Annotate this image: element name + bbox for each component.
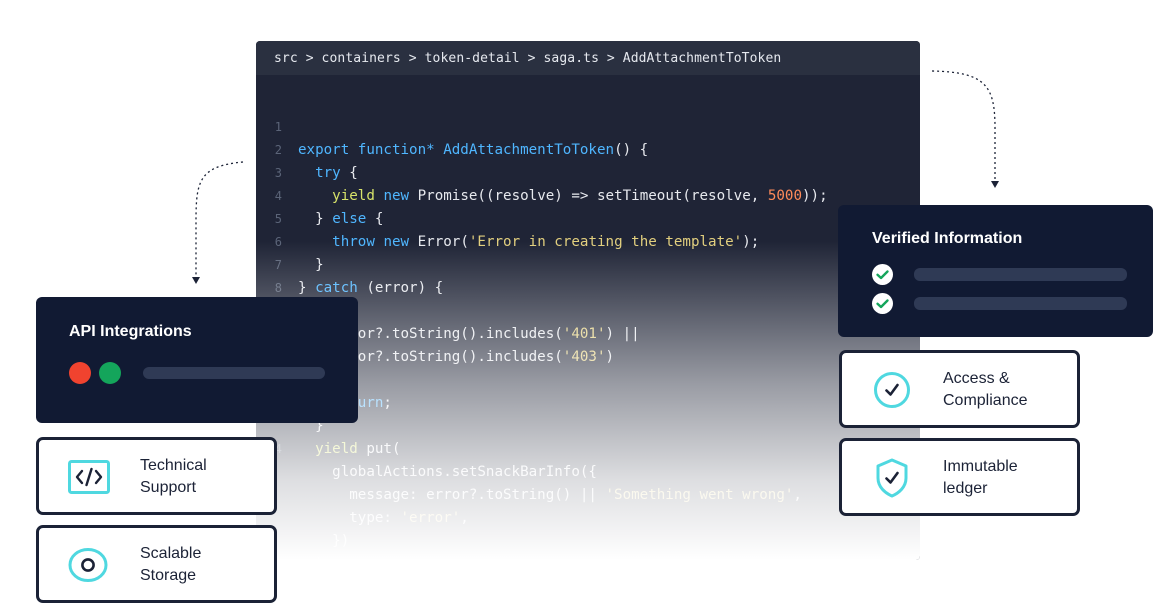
code-icon <box>68 460 110 499</box>
code-line: 7 } catch (error) { <box>256 231 920 296</box>
check-badge-icon <box>873 371 911 414</box>
status-dot-green <box>99 362 121 384</box>
code-line: }) <box>256 484 920 549</box>
technical-support-card[interactable]: Technical Support <box>36 437 277 515</box>
scalable-storage-card[interactable]: Scalable Storage <box>36 525 277 603</box>
code-line: 3 yield new Promise((resolve) => setTime… <box>256 139 920 204</box>
verified-information-title: Verified Information <box>872 230 1023 247</box>
access-compliance-card[interactable]: Access & Compliance <box>839 350 1080 428</box>
immutable-ledger-label: Immutable ledger <box>943 458 1018 497</box>
code-line: message: error?.toString() || 'Something… <box>256 438 920 503</box>
breadcrumb[interactable]: src > containers > token-detail > saga.t… <box>256 41 920 75</box>
code-line: 8 if ( <box>256 254 920 319</box>
code-line: ); <box>256 507 920 560</box>
connector-right <box>931 70 999 188</box>
code-line: 1 export function* AddAttachmentToToken(… <box>256 93 920 158</box>
immutable-ledger-card[interactable]: Immutable ledger <box>839 438 1080 516</box>
placeholder-bar <box>143 367 325 379</box>
check-circle-icon <box>872 293 893 314</box>
api-integrations-card: API Integrations <box>36 297 358 423</box>
placeholder-bar <box>914 268 1127 281</box>
code-line: 5 throw new Error('Error in creating the… <box>256 185 920 250</box>
access-compliance-label: Access & Compliance <box>943 370 1028 409</box>
connector-left <box>192 161 244 284</box>
code-line: 2 try { <box>256 116 920 181</box>
placeholder-bar <box>914 297 1127 310</box>
shield-check-icon <box>875 458 909 503</box>
storage-icon <box>68 547 108 588</box>
code-line: 4 } else { <box>256 162 920 227</box>
code-line: error?.toString().includes('401') || <box>256 277 920 342</box>
code-line: } finally { <box>256 530 920 553</box>
code-line: 6 } <box>256 208 920 273</box>
verified-information-card: Verified Information <box>838 205 1153 337</box>
status-dot-red <box>69 362 91 384</box>
check-circle-icon <box>872 264 893 285</box>
code-line: type: 'error', <box>256 461 920 526</box>
technical-support-label: Technical Support <box>140 457 207 496</box>
api-integrations-title: API Integrations <box>69 323 192 340</box>
scalable-storage-label: Scalable Storage <box>140 545 202 584</box>
